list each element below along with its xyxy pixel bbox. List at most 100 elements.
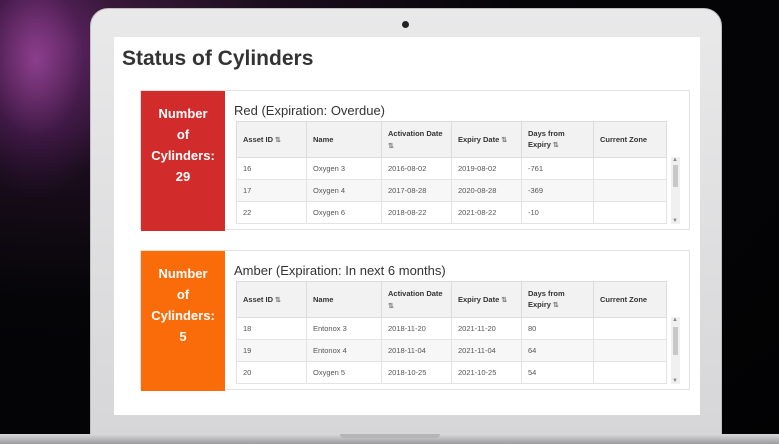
table-cell: 2018-08-22 [381,201,452,224]
table-cell: Entonox 3 [306,317,382,340]
column-header-label: Current Zone [600,295,648,304]
table-cell: 2021-11-04 [451,339,522,362]
camera-icon [402,21,409,28]
table-cell: 64 [521,339,594,362]
table-cell: Oxygen 6 [306,201,382,224]
red-status-panel: Number of Cylinders: 29 Red (Expiration:… [140,90,690,231]
table-cell: 2021-11-20 [451,317,522,340]
table-header-row: Asset ID ⇅ Name Activation Date ⇅ Expiry Da… [236,121,667,158]
table-cell: 16 [236,157,307,180]
column-header[interactable]: Asset ID ⇅ [236,281,307,318]
amber-count-line: Number [158,266,208,281]
table-cell: 2019-08-02 [451,157,522,180]
laptop-frame: Status of Cylinders Number of Cylinders:… [90,8,722,444]
column-header-label: Expiry Date [458,294,500,304]
column-header: Name [306,281,382,318]
column-header: Current Zone [593,281,667,318]
table-cell: 2018-11-04 [381,339,452,362]
sort-icon[interactable]: ⇅ [551,142,559,149]
scroll-up-icon[interactable]: ▲ [672,317,678,323]
table-cell: Entonox 4 [306,339,382,362]
column-header: Name [306,121,382,158]
red-group-title: Red (Expiration: Overdue) [234,103,386,118]
amber-table: Asset ID ⇅ Name Activation Date ⇅ Expiry Da… [236,281,667,384]
red-count-line: Cylinders: [151,148,215,163]
laptop-notch [340,434,440,438]
red-count-line: Number [158,106,208,121]
table-cell: 2021-08-22 [451,201,522,224]
scroll-thumb[interactable] [673,327,678,355]
scroll-thumb[interactable] [673,165,678,187]
amber-count-box: Number of Cylinders: 5 [141,251,225,391]
table-cell [593,339,667,362]
page-title: Status of Cylinders [122,47,314,70]
column-header-label: Activation Date [388,288,443,298]
table-cell: Oxygen 4 [306,179,382,202]
table-cell: 20 [236,361,307,384]
column-header-label: Current Zone [600,135,648,144]
column-header-label: Asset ID [243,134,274,144]
table-cell: 19 [236,339,307,362]
column-header-label: Name [313,135,334,144]
table-row[interactable]: 20 Oxygen 5 2018-10-25 2021-10-25 54 [236,361,667,384]
red-table-wrap: Asset ID ⇅ Name Activation Date ⇅ Expiry Da… [236,121,676,224]
table-cell [593,157,667,180]
laptop-base [0,434,779,444]
scroll-down-icon[interactable]: ▼ [672,378,678,384]
sort-icon[interactable]: ⇅ [388,303,394,310]
table-row[interactable]: 18 Entonox 3 2018-11-20 2021-11-20 80 [236,317,667,340]
scroll-down-icon[interactable]: ▼ [672,218,678,224]
table-cell: 54 [521,361,594,384]
scroll-up-icon[interactable]: ▲ [672,157,678,163]
column-header[interactable]: Days from Expiry ⇅ [521,121,594,158]
table-cell: 18 [236,317,307,340]
sort-icon[interactable]: ⇅ [388,143,394,150]
table-row[interactable]: 16 Oxygen 3 2016-08-02 2019-08-02 -761 [236,157,667,180]
table-cell: 80 [521,317,594,340]
table-row[interactable]: 19 Entonox 4 2018-11-04 2021-11-04 64 [236,339,667,362]
red-scrollbar[interactable]: ▲ ▼ [671,157,680,224]
table-row[interactable]: 22 Oxygen 6 2018-08-22 2021-08-22 -10 [236,201,667,224]
table-cell: -761 [521,157,594,180]
column-header-label: Days from Expiry [528,129,565,149]
column-header[interactable]: Expiry Date ⇅ [451,121,522,158]
table-cell [593,201,667,224]
amber-group-title: Amber (Expiration: In next 6 months) [234,263,446,278]
column-header-label: Name [313,295,334,304]
column-header-label: Expiry Date [458,134,500,144]
table-cell: 2018-10-25 [381,361,452,384]
table-cell [593,361,667,384]
column-header[interactable]: Expiry Date ⇅ [451,281,522,318]
red-table: Asset ID ⇅ Name Activation Date ⇅ Expiry Da… [236,121,667,224]
column-header[interactable]: Days from Expiry ⇅ [521,281,594,318]
amber-status-panel: Number of Cylinders: 5 Amber (Expiration… [140,250,690,391]
red-count-box: Number of Cylinders: 29 [141,91,225,231]
table-cell: 22 [236,201,307,224]
table-cell: 2016-08-02 [381,157,452,180]
red-count-line: of [176,127,190,142]
table-header-row: Asset ID ⇅ Name Activation Date ⇅ Expiry Da… [236,281,667,318]
column-header[interactable]: Activation Date ⇅ [381,121,452,158]
table-cell: -369 [521,179,594,202]
sort-icon[interactable]: ⇅ [499,297,507,304]
column-header: Current Zone [593,121,667,158]
sort-icon[interactable]: ⇅ [551,302,559,309]
column-header-label: Asset ID [243,294,274,304]
amber-scrollbar[interactable]: ▲ ▼ [671,317,680,384]
column-header[interactable]: Asset ID ⇅ [236,121,307,158]
red-count-value: 29 [175,169,191,184]
sort-icon[interactable]: ⇅ [273,297,281,304]
sort-icon[interactable]: ⇅ [499,137,507,144]
table-cell: Oxygen 3 [306,157,382,180]
table-cell: 2020-08-28 [451,179,522,202]
table-cell: -10 [521,201,594,224]
sort-icon[interactable]: ⇅ [273,137,281,144]
table-cell: 2021-10-25 [451,361,522,384]
app-screen: Status of Cylinders Number of Cylinders:… [114,37,700,415]
table-cell: 2018-11-20 [381,317,452,340]
amber-count-line: Cylinders: [151,308,215,323]
table-row[interactable]: 17 Oxygen 4 2017-08-28 2020-08-28 -369 [236,179,667,202]
column-header[interactable]: Activation Date ⇅ [381,281,452,318]
table-cell: Oxygen 5 [306,361,382,384]
column-header-label: Days from Expiry [528,289,565,309]
